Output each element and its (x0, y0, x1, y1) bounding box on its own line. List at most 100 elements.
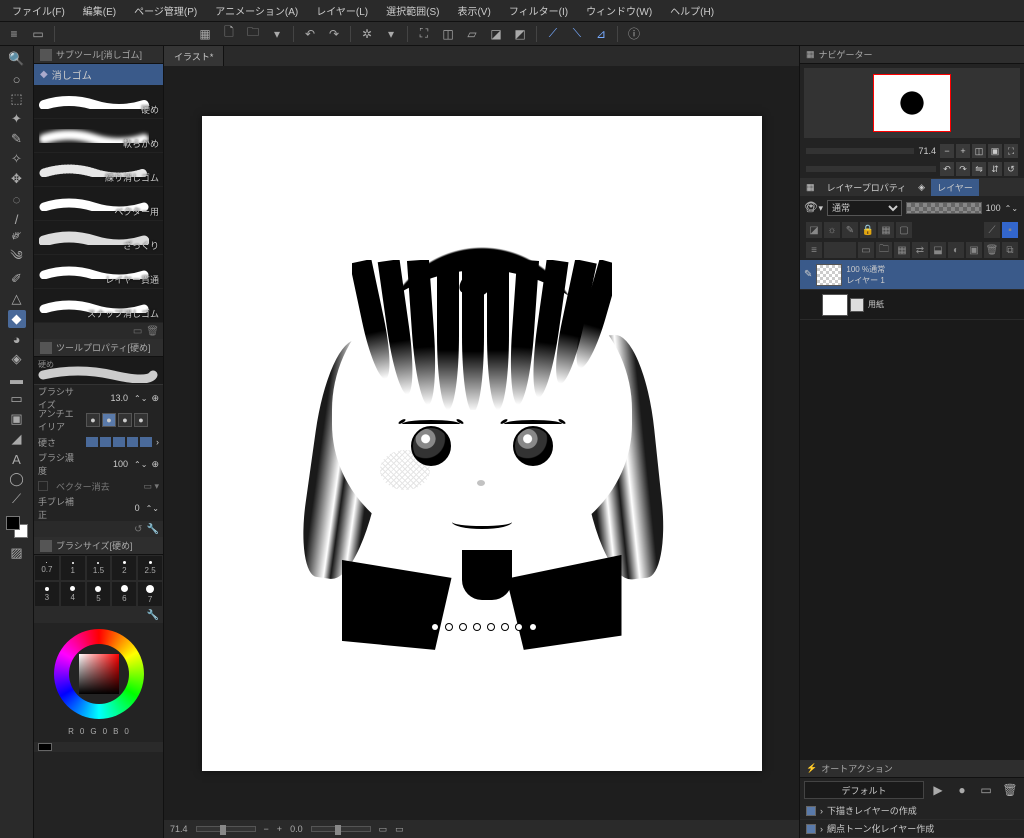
size-preset[interactable]: 3 (34, 581, 60, 607)
frame-tool-icon[interactable]: ▣ (8, 410, 26, 428)
nav-zoom-slider[interactable] (806, 148, 914, 154)
clear-icon[interactable]: ✲ (357, 24, 377, 44)
layer-name[interactable]: レイヤー 1 (846, 275, 885, 286)
merge-icon[interactable]: ⬓ (930, 242, 946, 258)
fill-tool-icon[interactable]: ◈ (8, 350, 26, 368)
new-icon[interactable]: ▦ (195, 24, 215, 44)
lasso-tool-icon[interactable]: ◌ (8, 190, 26, 208)
page-icon[interactable]: ▭ (28, 24, 48, 44)
layer-color-icon[interactable]: ▪ (1002, 222, 1018, 238)
expand-icon[interactable]: › (820, 824, 823, 834)
reset-icon[interactable]: ↺ (1004, 162, 1018, 176)
expand-icon[interactable]: › (820, 806, 823, 816)
wrench-icon[interactable]: 🔧 (147, 524, 159, 535)
delete-action-icon[interactable]: 🗑 (1000, 780, 1020, 800)
balloon-tool-icon[interactable]: ◯ (8, 470, 26, 488)
action-item[interactable]: › 下描きレイヤーの作成 (800, 802, 1024, 820)
draft-icon[interactable]: ✎ (842, 222, 858, 238)
pen-tool-icon[interactable]: ✎ (8, 130, 26, 148)
redo-icon[interactable]: ↷ (324, 24, 344, 44)
color-wheel[interactable] (54, 629, 144, 719)
new-raster-icon[interactable]: ▦ (894, 242, 910, 258)
color-square[interactable] (79, 654, 119, 694)
actual-icon[interactable]: ▣ (988, 144, 1002, 158)
density-value[interactable]: 100 (86, 459, 130, 469)
brush-preset[interactable]: 軟らかめ (34, 119, 163, 153)
deselect-icon[interactable]: ▾ (381, 24, 401, 44)
menu-animation[interactable]: アニメーション(A) (207, 1, 306, 20)
menu-edit[interactable]: 編集(E) (75, 1, 124, 20)
selection-tool-icon[interactable]: ⬚ (8, 90, 26, 108)
zoom-slider[interactable] (196, 826, 256, 832)
scale-icon[interactable]: ◫ (438, 24, 458, 44)
visibility-icon[interactable]: 👁 (804, 200, 818, 248)
size-preset[interactable]: 1.5 (86, 555, 112, 581)
stabilize-value[interactable]: 0 (86, 503, 142, 513)
brush-preset[interactable]: スナップ消しゴム (34, 289, 163, 323)
wand-tool-icon[interactable]: ✦ (8, 110, 26, 128)
pencil-tool-icon[interactable]: ༄ (8, 250, 26, 268)
link-icon[interactable]: ⊕ (151, 459, 159, 470)
menu-filter[interactable]: フィルター(I) (501, 1, 576, 20)
double-icon[interactable]: ⧉ (1002, 242, 1018, 258)
layer-item[interactable]: 👁 用紙 (800, 290, 1024, 320)
wrench-icon[interactable]: 🔧 (147, 610, 159, 621)
move-tool-icon[interactable]: ○ (8, 70, 26, 88)
fit-all-icon[interactable]: ⛶ (1004, 144, 1018, 158)
tone-icon[interactable]: ◩ (510, 24, 530, 44)
airbrush-tool-icon[interactable]: ✐ (8, 270, 26, 288)
text-tool-icon[interactable]: A (8, 450, 26, 468)
apply-mask-icon[interactable]: ▣ (966, 242, 982, 258)
sparkle-tool-icon[interactable]: ✧ (8, 150, 26, 168)
action-checkbox[interactable] (806, 806, 816, 816)
flip-h-icon[interactable]: ⇋ (972, 162, 986, 176)
rotate-left-icon[interactable]: ↶ (940, 162, 954, 176)
add-action-icon[interactable]: ▭ (976, 780, 996, 800)
zoom-value[interactable]: 71.4 (170, 824, 188, 834)
eraser-tool-icon[interactable]: ◆ (8, 310, 26, 328)
antialias-options[interactable]: ●●●● (86, 413, 148, 427)
action-item[interactable]: › 網点トーン化レイヤー作成 (800, 820, 1024, 838)
swatch-black[interactable] (38, 743, 52, 751)
brush-preset[interactable]: ざっくり (34, 221, 163, 255)
layer-name[interactable]: 用紙 (868, 299, 884, 310)
save-icon[interactable]: ▾ (267, 24, 287, 44)
vector-erase-checkbox[interactable] (38, 481, 48, 491)
link-icon[interactable]: ⊕ (151, 393, 159, 404)
hint-icon[interactable]: ⓘ (624, 24, 644, 44)
layer-item[interactable]: 👁 ✎ 100 %通常 レイヤー 1 (800, 260, 1024, 290)
color-swatch[interactable] (6, 516, 28, 538)
menu-page[interactable]: ページ管理(P) (126, 1, 205, 20)
size-preset[interactable]: 1 (60, 555, 86, 581)
navigator-thumbnail[interactable] (873, 74, 951, 132)
zoom-in-icon[interactable]: + (956, 144, 970, 158)
brush-preset[interactable]: 練り消しゴム (34, 153, 163, 187)
action-checkbox[interactable] (806, 824, 816, 834)
play-icon[interactable]: ▶ (928, 780, 948, 800)
fill-icon[interactable]: ⛶ (414, 24, 434, 44)
delete-layer-icon[interactable]: 🗑 (984, 242, 1000, 258)
correct-line-tool-icon[interactable]: ⟋ (8, 490, 26, 508)
layer-thumbnail[interactable] (816, 264, 842, 286)
lock-icon[interactable]: 🔒 (860, 222, 876, 238)
lock-alpha-icon[interactable]: ▦ (878, 222, 894, 238)
brush-preset[interactable]: 硬め (34, 85, 163, 119)
size-preset[interactable]: 7 (137, 581, 163, 607)
transfer-icon[interactable]: ⇄ (912, 242, 928, 258)
ruler-icon[interactable]: ⟋ (984, 222, 1000, 238)
size-preset[interactable]: 5 (86, 581, 112, 607)
layer-property-tab[interactable]: レイヤープロパティ (821, 179, 913, 196)
menu-selection[interactable]: 選択範囲(S) (378, 1, 447, 20)
mask-icon[interactable]: ◐ (948, 242, 964, 258)
navigator-preview[interactable] (804, 68, 1020, 138)
layer-thumbnail[interactable] (822, 294, 848, 316)
new-layer-icon[interactable]: ▭ (858, 242, 874, 258)
size-preset[interactable]: 4 (60, 581, 86, 607)
action-set-dropdown[interactable]: デフォルト (804, 781, 924, 799)
rotate-slider[interactable] (311, 826, 371, 832)
snap-special-icon[interactable]: ⟍ (567, 24, 587, 44)
add-subtool-icon[interactable]: ▭ (133, 326, 142, 337)
snap-ruler-icon[interactable]: ⟋ (543, 24, 563, 44)
canvas[interactable] (202, 116, 762, 771)
canvas-viewport[interactable] (164, 66, 799, 820)
